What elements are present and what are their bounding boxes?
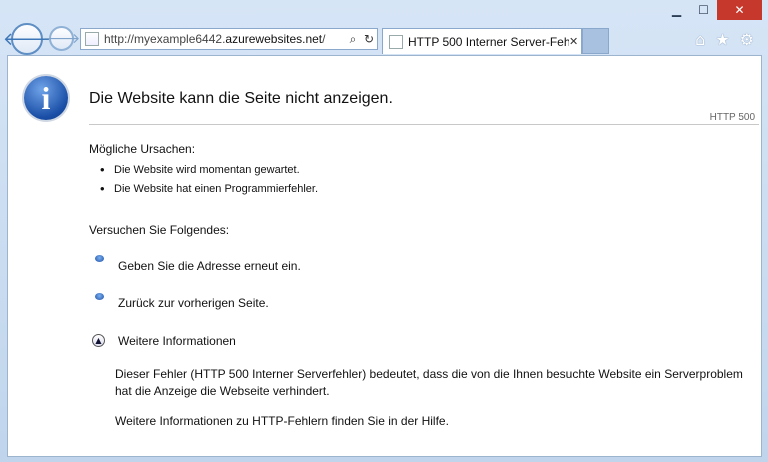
more-info-paragraph: Dieser Fehler (HTTP 500 Interner Serverf… [115,367,743,398]
favorites-star-icon[interactable]: ★ [715,30,729,49]
info-icon: i [24,76,68,120]
tab-title: HTTP 500 Interner Server-Fehler [408,34,569,49]
url-suffix: / [322,32,326,46]
tab-close-icon[interactable]: ✕ [569,35,581,48]
try-heading: Versuchen Sie Folgendes: [89,223,230,237]
go-back-link[interactable]: Zurück zur vorherigen Seite. [118,296,269,310]
cause-item: Die Website hat einen Programmierfehler. [100,181,318,196]
forward-button[interactable]: 🡒 [43,26,80,51]
causes-heading: Mögliche Ursachen: [89,142,196,156]
url-prefix: http://myexample6442. [104,32,226,46]
close-button[interactable]: ✕ [717,0,762,20]
home-icon[interactable]: ⌂ [695,30,705,49]
retype-address-link[interactable]: Geben Sie die Adresse erneut ein. [118,259,301,273]
maximize-button[interactable]: ☐ [690,0,717,20]
divider [89,124,759,125]
page-icon [85,32,99,46]
bullet-dot-icon [95,293,104,300]
search-icon[interactable]: ⌕ [345,32,361,47]
address-bar[interactable]: http://myexample6442.azurewebsites.net/ … [80,28,378,50]
url-domain: azurewebsites.net [225,32,323,46]
more-info-help: Weitere Informationen zu HTTP-Fehlern fi… [115,414,449,428]
more-info-toggle[interactable]: Weitere Informationen [118,334,236,348]
tab-http-500[interactable]: HTTP 500 Interner Server-Fehler ✕ [382,28,582,54]
tab-page-icon [389,34,403,49]
page-content: i Die Website kann die Seite nicht anzei… [7,55,762,457]
url-text[interactable]: http://myexample6442.azurewebsites.net/ [104,32,345,46]
forward-arrow-icon: 🡒 [42,31,81,47]
browser-window: ▁ ☐ ✕ 🡐 🡒 http://myexample6442.azurewebs… [0,0,768,462]
new-tab-button[interactable] [582,28,609,54]
toolbar-icons: ⌂ ★ ⚙ [695,30,754,49]
window-controls: ▁ ☐ ✕ [663,0,762,20]
back-button[interactable]: 🡐 [3,23,51,55]
refresh-icon[interactable]: ↻ [361,32,377,46]
http-status-code: HTTP 500 [709,112,755,123]
collapse-chevron-up-icon[interactable]: ▲ [92,334,105,347]
minimize-button[interactable]: ▁ [663,0,690,20]
page-title: Die Website kann die Seite nicht anzeige… [89,90,393,107]
bullet-dot-icon [95,255,104,262]
cause-item: Die Website wird momentan gewartet. [100,162,300,177]
settings-gear-icon[interactable]: ⚙ [740,30,754,49]
